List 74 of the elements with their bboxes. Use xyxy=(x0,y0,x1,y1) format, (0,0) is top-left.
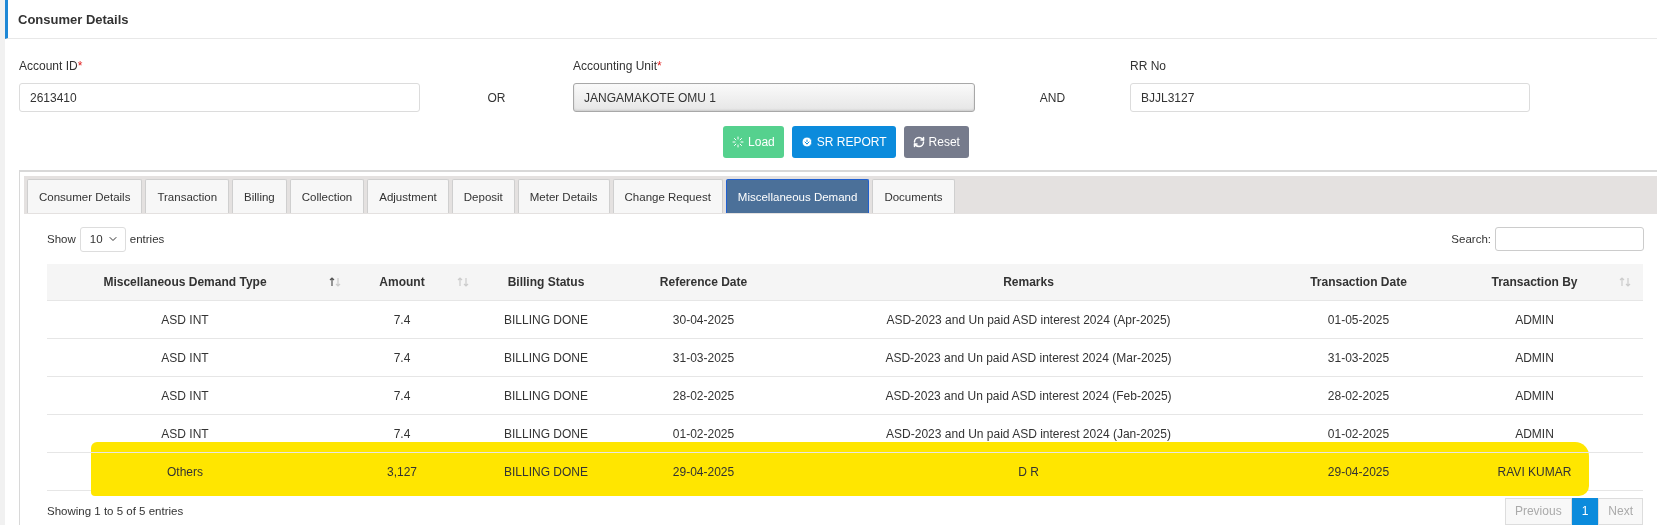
table-cell: 28-02-2025 xyxy=(641,376,796,415)
tab[interactable]: Billing xyxy=(232,179,287,213)
search-label: Search: xyxy=(1451,233,1491,245)
tab[interactable]: Miscellaneous Demand xyxy=(725,179,870,213)
table-cell: 7.4 xyxy=(353,338,481,377)
table-cell: ASD INT xyxy=(47,338,353,377)
tab[interactable]: Documents xyxy=(872,179,955,213)
tab[interactable]: Adjustment xyxy=(367,179,449,213)
tab[interactable]: Deposit xyxy=(451,179,515,213)
table-cell: ASD-2023 and Un paid ASD interest 2024 (Jan-2025) xyxy=(796,414,1291,453)
tab[interactable]: Consumer Details xyxy=(27,179,143,213)
table-cell: 28-02-2025 xyxy=(1291,376,1456,415)
column-header[interactable]: Miscellaneous Demand Type xyxy=(47,264,353,301)
table-cell: 7.4 xyxy=(353,300,481,339)
table-cell: ASD-2023 and Un paid ASD interest 2024 (Feb-2025) xyxy=(796,376,1291,415)
tab[interactable]: Change Request xyxy=(612,179,723,213)
table-cell: ADMIN xyxy=(1456,300,1643,339)
column-header[interactable]: Billing Status xyxy=(481,264,641,301)
table-cell: Others xyxy=(47,452,353,490)
sort-icon[interactable] xyxy=(329,277,341,287)
table-cell: ASD INT xyxy=(47,414,353,453)
tab[interactable]: Transaction xyxy=(145,179,230,213)
table-cell: 01-02-2025 xyxy=(1291,414,1456,453)
reset-button[interactable]: Reset xyxy=(903,126,969,158)
connector-label: AND xyxy=(1038,90,1067,105)
tab[interactable]: Meter Details xyxy=(517,179,610,213)
table-cell: BILLING DONE xyxy=(481,300,641,339)
length-label: entries xyxy=(129,233,165,245)
connector-label: OR xyxy=(486,90,507,105)
section-title: Consumer Details xyxy=(18,11,129,27)
table-cell: 7.4 xyxy=(353,414,481,453)
table-cell: ADMIN xyxy=(1456,414,1643,453)
input-field[interactable]: 2613410 xyxy=(19,83,420,112)
field-label: Accounting Unit* xyxy=(573,59,663,73)
table-cell: 31-03-2025 xyxy=(1291,338,1456,377)
table-cell: 29-04-2025 xyxy=(641,452,796,490)
column-header[interactable]: Remarks xyxy=(796,264,1291,301)
column-header[interactable]: Reference Date xyxy=(641,264,796,301)
table-cell: ASD INT xyxy=(47,376,353,415)
refresh-icon xyxy=(912,136,925,148)
entries-select[interactable]: 10 xyxy=(79,226,126,252)
download-icon xyxy=(800,136,813,148)
table-cell: D R xyxy=(796,452,1291,490)
table-cell: 01-02-2025 xyxy=(641,414,796,453)
table-cell: BILLING DONE xyxy=(481,452,641,490)
column-header[interactable]: Transaction Date xyxy=(1291,264,1456,301)
table-cell: ASD-2023 and Un paid ASD interest 2024 (Mar-2025) xyxy=(796,338,1291,377)
table-cell: 31-03-2025 xyxy=(641,338,796,377)
table-cell: 30-04-2025 xyxy=(641,300,796,339)
table-cell: 7.4 xyxy=(353,376,481,415)
table-cell: RAVI KUMAR xyxy=(1456,452,1643,490)
table-cell: 3,127 xyxy=(353,452,481,490)
tab[interactable]: Collection xyxy=(289,179,365,213)
table-cell: ASD-2023 and Un paid ASD interest 2024 (Apr-2025) xyxy=(796,300,1291,339)
input-field[interactable]: BJJL3127 xyxy=(1130,83,1530,112)
table-cell: ADMIN xyxy=(1456,338,1643,377)
column-header[interactable]: Amount xyxy=(353,264,481,301)
field-label: Account ID* xyxy=(19,59,84,73)
column-header[interactable]: Transaction By xyxy=(1456,264,1643,301)
field-label: RR No xyxy=(1130,59,1167,73)
select-field[interactable]: JANGAMAKOTE OMU 1 xyxy=(573,83,975,112)
entries-info: Showing 1 to 5 of 5 entries xyxy=(47,505,184,517)
table-cell: BILLING DONE xyxy=(481,414,641,453)
search-field[interactable] xyxy=(1495,227,1644,251)
page-button[interactable]: 1 xyxy=(1571,497,1599,525)
table-cell: ADMIN xyxy=(1456,376,1643,415)
spinner-icon xyxy=(732,136,745,148)
report-button[interactable]: SR REPORT xyxy=(791,126,896,158)
length-label: Show xyxy=(47,233,76,245)
table-cell: ASD INT xyxy=(47,300,353,339)
table-cell: BILLING DONE xyxy=(481,338,641,377)
table-cell: BILLING DONE xyxy=(481,376,641,415)
table-cell: 01-05-2025 xyxy=(1291,300,1456,339)
table-cell: 29-04-2025 xyxy=(1291,452,1456,490)
